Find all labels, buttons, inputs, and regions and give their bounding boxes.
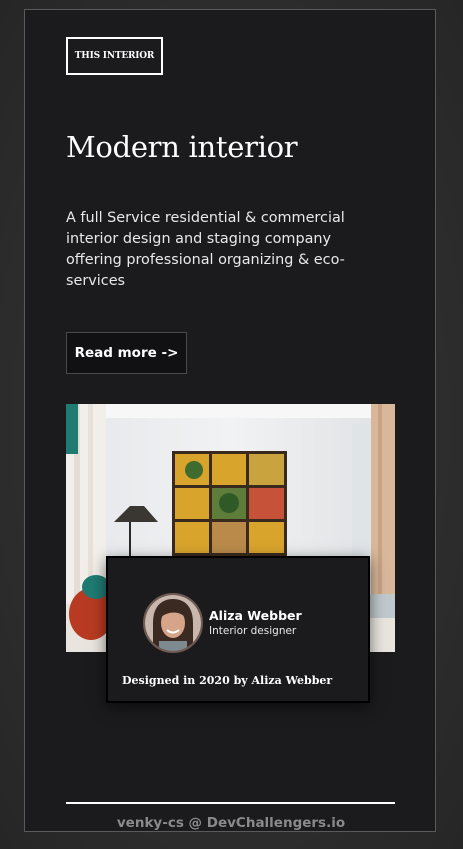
brand-logo[interactable]: THIS INTERIOR bbox=[66, 37, 163, 75]
designer-role: Interior designer bbox=[209, 625, 297, 637]
design-credit: Designed in 2020 by Aliza Webber bbox=[122, 674, 333, 687]
footer-credit: venky-cs @ DevChallengers.io bbox=[116, 815, 346, 831]
designer-name: Aliza Webber bbox=[209, 608, 302, 623]
brand-label: THIS INTERIOR bbox=[74, 51, 155, 61]
designer-avatar bbox=[143, 593, 203, 653]
designer-card: Aliza Webber Interior designer Designed … bbox=[106, 556, 370, 703]
read-more-label: Read more -> bbox=[74, 345, 179, 361]
footer-divider bbox=[66, 802, 395, 804]
page-frame: THIS INTERIOR Modern interior A full Ser… bbox=[24, 9, 436, 832]
read-more-button[interactable]: Read more -> bbox=[66, 332, 187, 374]
hero-description: A full Service residential & commercial … bbox=[66, 210, 345, 289]
page-title: Modern interior bbox=[66, 130, 298, 164]
